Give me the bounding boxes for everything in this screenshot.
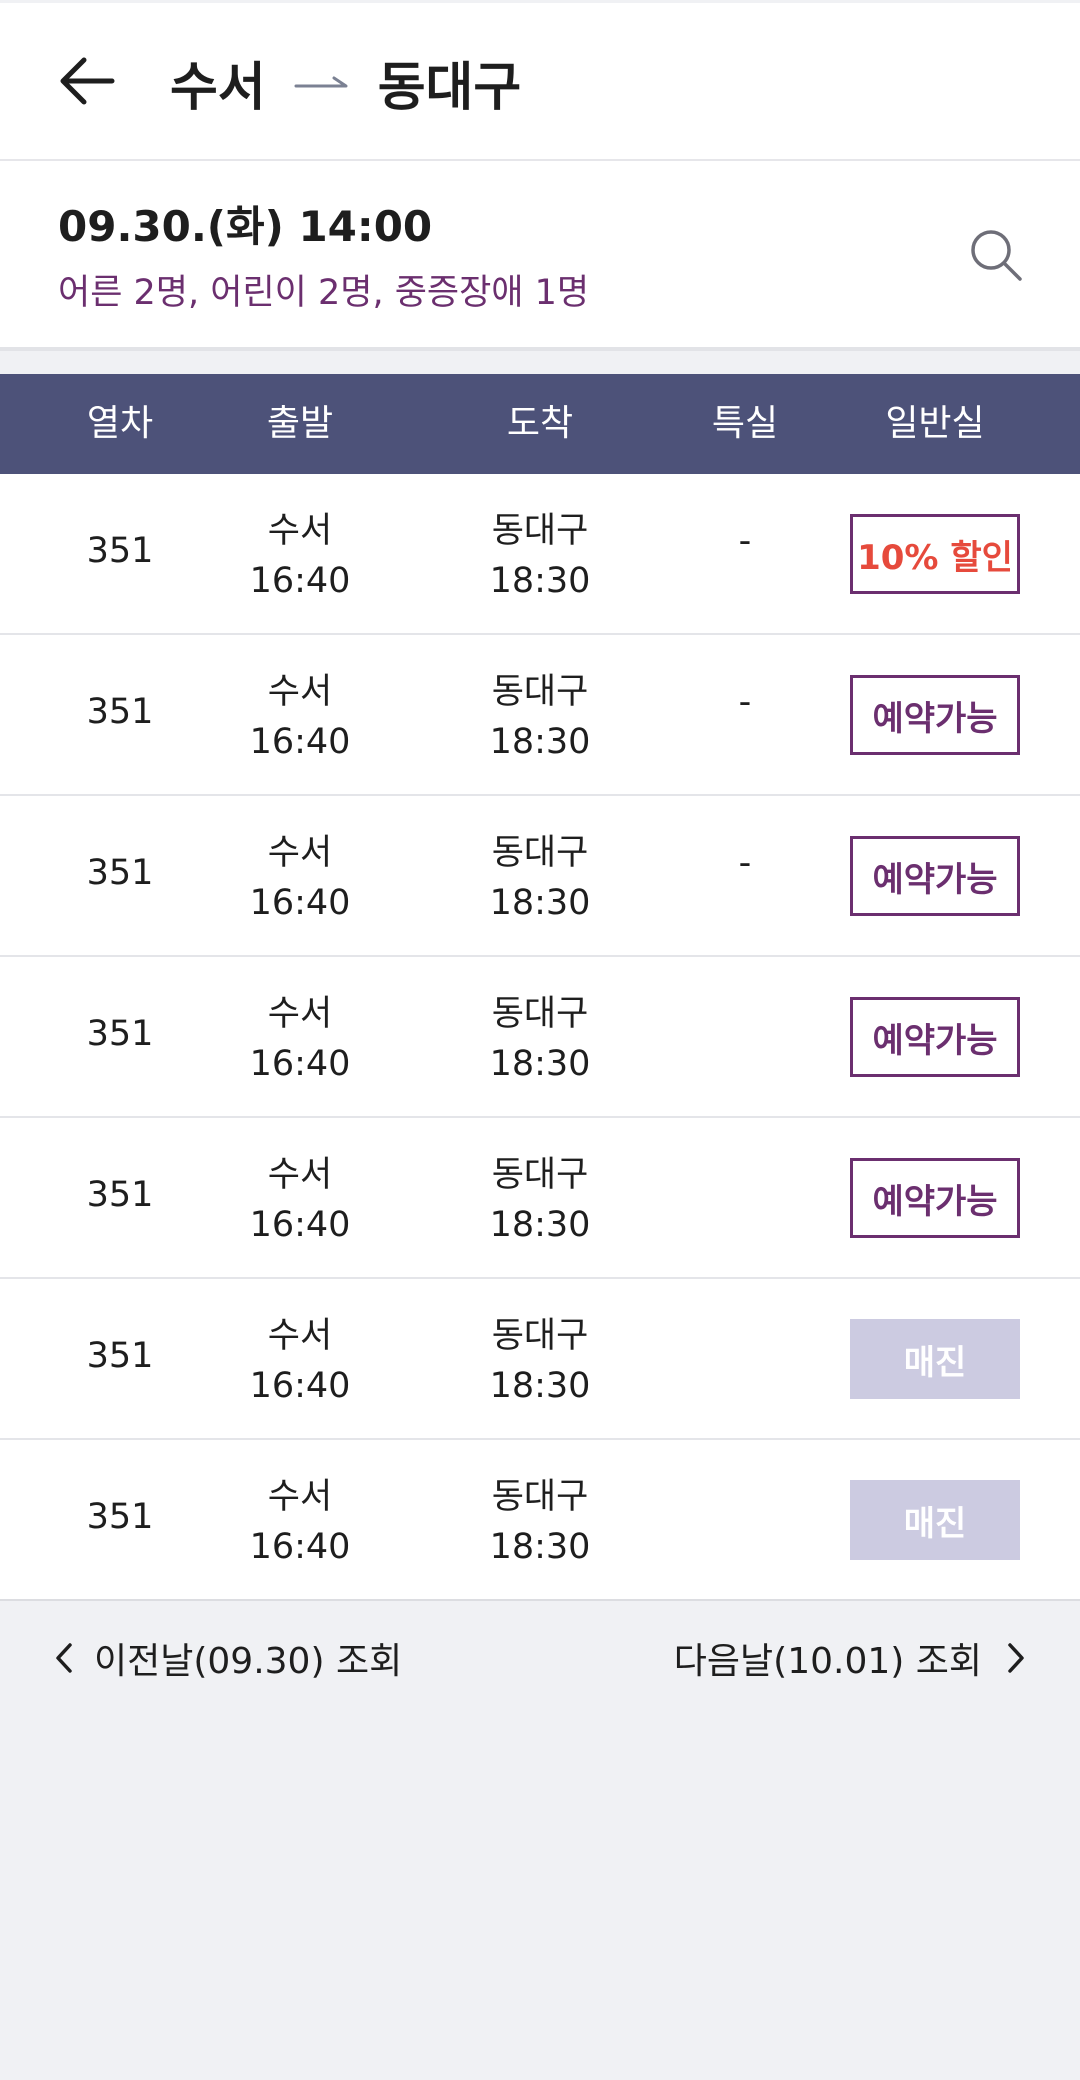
general-class-soldout-badge: 매진: [850, 1319, 1020, 1399]
arrival-time: 18:30: [489, 722, 591, 762]
arrival-time: 18:30: [489, 561, 591, 601]
departure-cell: 수서 16:40: [200, 1150, 400, 1250]
table-header: 열차 출발 도착 특실 일반실: [0, 374, 1080, 474]
arrival-station: 동대구: [491, 994, 589, 1034]
origin-station: 수서: [170, 57, 266, 118]
departure-time: 16:40: [249, 722, 351, 762]
back-button[interactable]: [58, 55, 116, 107]
arrival-cell: 동대구 18:30: [440, 989, 640, 1089]
departure-cell: 수서 16:40: [200, 1472, 400, 1572]
special-class-status: -: [738, 682, 752, 722]
departure-cell: 수서 16:40: [200, 506, 400, 606]
special-class-status: -: [738, 843, 752, 883]
previous-day-button[interactable]: 이전날(09.30) 조회: [52, 1630, 402, 1686]
arrival-time: 18:30: [489, 883, 591, 923]
chevron-right-icon: [1008, 1643, 1024, 1673]
arrival-time: 18:30: [489, 1044, 591, 1084]
train-number: 351: [86, 531, 154, 571]
departure-station: 수서: [267, 1477, 333, 1517]
arrival-time: 18:30: [489, 1366, 591, 1406]
departure-time: 16:40: [249, 883, 351, 923]
column-header-arrival: 도착: [506, 403, 574, 444]
table-row: 351 수서 16:40 동대구 18:30 매진: [0, 1440, 1080, 1601]
train-number: 351: [86, 1014, 154, 1054]
departure-station: 수서: [267, 672, 333, 712]
travel-datetime: 09.30.(화) 14:00: [58, 202, 433, 251]
table-row: 351 수서 16:40 동대구 18:30 매진: [0, 1279, 1080, 1440]
arrival-station: 동대구: [491, 1477, 589, 1517]
departure-time: 16:40: [249, 1366, 351, 1406]
departure-station: 수서: [267, 833, 333, 873]
departure-cell: 수서 16:40: [200, 828, 400, 928]
table-row: 351 수서 16:40 동대구 18:30 - 10% 할인: [0, 474, 1080, 635]
search-button[interactable]: [968, 227, 1026, 285]
departure-cell: 수서 16:40: [200, 1311, 400, 1411]
arrival-cell: 동대구 18:30: [440, 1311, 640, 1411]
chevron-left-icon: [56, 1643, 72, 1673]
column-header-train: 열차: [86, 403, 154, 444]
arrival-station: 동대구: [491, 1155, 589, 1195]
train-list: 351 수서 16:40 동대구 18:30 - 10% 할인 351 수서 16:4…: [0, 474, 1080, 1601]
departure-time: 16:40: [249, 1044, 351, 1084]
column-header-departure: 출발: [266, 403, 334, 444]
top-bar: 수서 동대구: [0, 0, 1080, 161]
arrival-cell: 동대구 18:30: [440, 667, 640, 767]
column-header-general-class: 일반실: [885, 403, 985, 444]
table-row: 351 수서 16:40 동대구 18:30 - 예약가능: [0, 635, 1080, 796]
arrival-station: 동대구: [491, 1316, 589, 1356]
departure-station: 수서: [267, 1316, 333, 1356]
table-row: 351 수서 16:40 동대구 18:30 예약가능: [0, 957, 1080, 1118]
arrival-time: 18:30: [489, 1527, 591, 1567]
arrow-left-icon: [60, 57, 115, 105]
search-summary: 09.30.(화) 14:00 어른 2명, 어린이 2명, 중증장애 1명: [0, 161, 1080, 351]
search-icon: [971, 230, 1022, 281]
next-day-button[interactable]: 다음날(10.01) 조회: [674, 1630, 1028, 1686]
train-number: 351: [86, 692, 154, 732]
departure-station: 수서: [267, 1155, 333, 1195]
general-class-discount-button[interactable]: 10% 할인: [850, 514, 1020, 594]
departure-time: 16:40: [249, 561, 351, 601]
train-number: 351: [86, 853, 154, 893]
general-class-reserve-button[interactable]: 예약가능: [850, 997, 1020, 1077]
route-arrow-icon: [294, 76, 348, 88]
arrival-station: 동대구: [491, 511, 589, 551]
arrival-cell: 동대구 18:30: [440, 1150, 640, 1250]
arrival-cell: 동대구 18:30: [440, 506, 640, 606]
departure-cell: 수서 16:40: [200, 667, 400, 767]
destination-station: 동대구: [377, 57, 522, 118]
departure-cell: 수서 16:40: [200, 989, 400, 1089]
arrival-station: 동대구: [491, 833, 589, 873]
special-class-status: -: [738, 521, 752, 561]
column-header-special-class: 특실: [711, 403, 779, 444]
train-number: 351: [86, 1175, 154, 1215]
route-title: 수서 동대구: [170, 47, 522, 118]
table-row: 351 수서 16:40 동대구 18:30 예약가능: [0, 1118, 1080, 1279]
next-day-label: 다음날(10.01) 조회: [673, 1641, 982, 1682]
departure-time: 16:40: [249, 1527, 351, 1567]
previous-day-label: 이전날(09.30) 조회: [94, 1641, 403, 1682]
arrival-time: 18:30: [489, 1205, 591, 1245]
train-number: 351: [86, 1497, 154, 1537]
general-class-reserve-button[interactable]: 예약가능: [850, 1158, 1020, 1238]
departure-time: 16:40: [249, 1205, 351, 1245]
date-navigation: 이전날(09.30) 조회 다음날(10.01) 조회: [0, 1600, 1080, 1710]
general-class-reserve-button[interactable]: 예약가능: [850, 836, 1020, 916]
train-number: 351: [86, 1336, 154, 1376]
arrival-cell: 동대구 18:30: [440, 828, 640, 928]
general-class-soldout-badge: 매진: [850, 1480, 1020, 1560]
general-class-reserve-button[interactable]: 예약가능: [850, 675, 1020, 755]
arrival-station: 동대구: [491, 672, 589, 712]
departure-station: 수서: [267, 511, 333, 551]
departure-station: 수서: [267, 994, 333, 1034]
table-row: 351 수서 16:40 동대구 18:30 - 예약가능: [0, 796, 1080, 957]
passenger-summary: 어른 2명, 어린이 2명, 중증장애 1명: [58, 273, 590, 313]
arrival-cell: 동대구 18:30: [440, 1472, 640, 1572]
